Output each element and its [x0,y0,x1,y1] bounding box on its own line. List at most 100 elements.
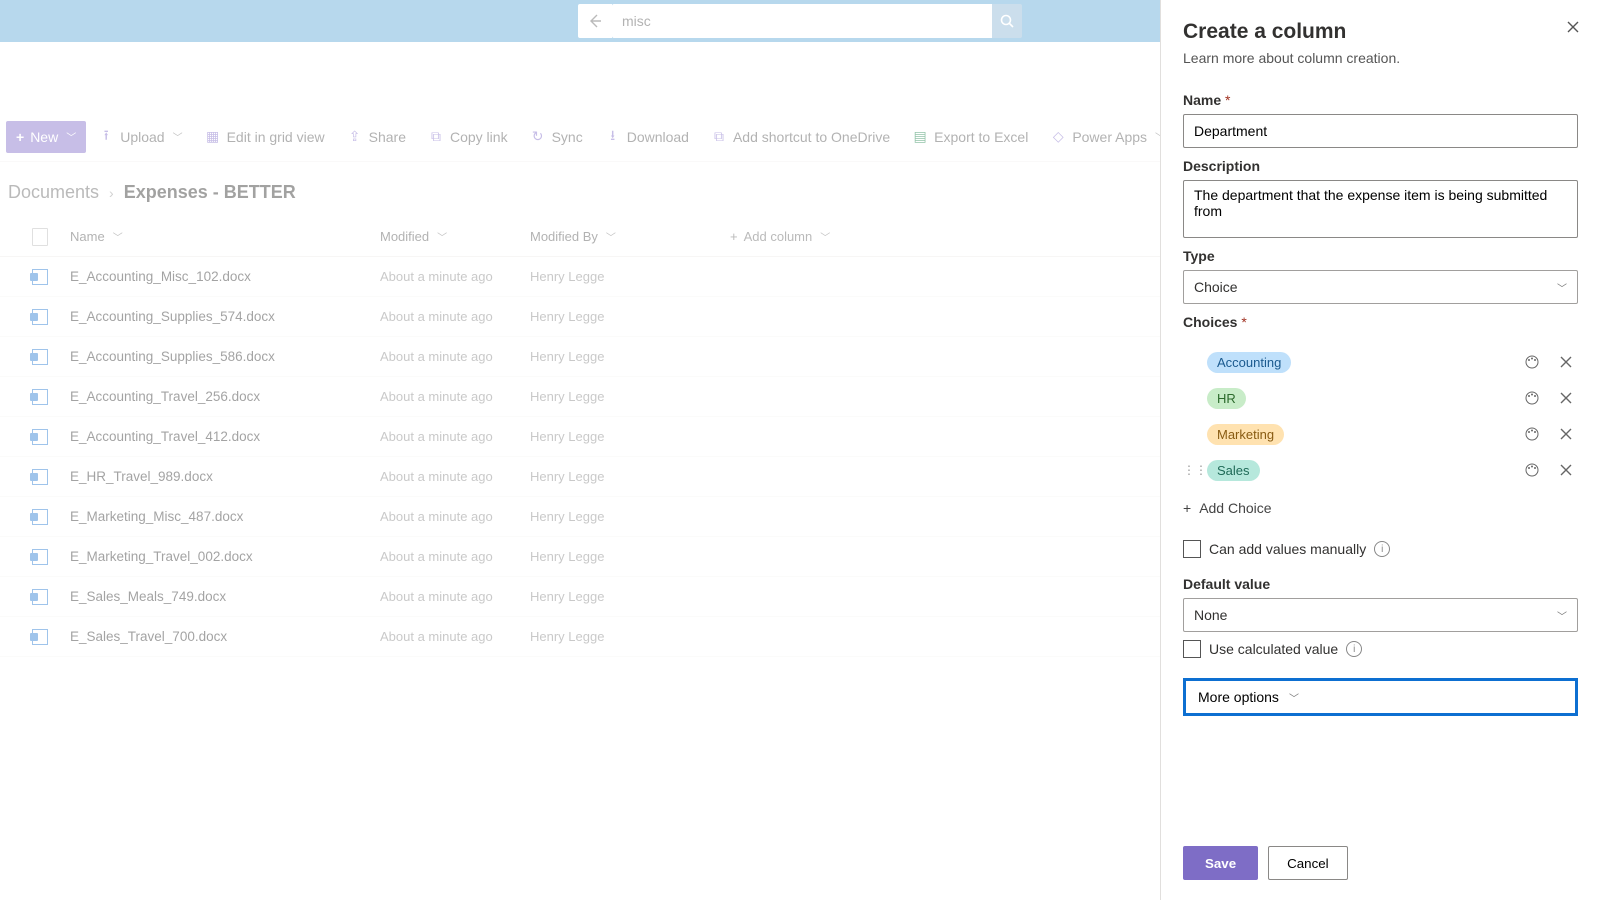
file-name[interactable]: E_HR_Travel_989.docx [70,469,380,484]
palette-button[interactable] [1520,386,1544,410]
column-name[interactable]: Name﹀ [70,229,380,244]
file-modified-by: Henry Legge [530,429,730,444]
file-name[interactable]: E_Marketing_Misc_487.docx [70,509,380,524]
download-button[interactable]: ⭳Download [595,121,699,153]
palette-icon [1524,462,1540,478]
add-shortcut-button[interactable]: ⧉Add shortcut to OneDrive [701,121,900,153]
search-button[interactable] [992,4,1022,38]
file-modified-by: Henry Legge [530,469,730,484]
remove-choice-button[interactable] [1554,458,1578,482]
chevron-down-icon: ﹀ [820,229,830,244]
edit-grid-button[interactable]: ▦Edit in grid view [195,121,335,153]
copy-link-button[interactable]: ⧉Copy link [418,121,518,153]
breadcrumb-root[interactable]: Documents [8,182,99,203]
choice-row: Marketing [1183,416,1578,452]
manual-values-checkbox[interactable] [1183,540,1201,558]
info-icon[interactable]: i [1346,641,1362,657]
file-modified-by: Henry Legge [530,389,730,404]
drag-handle-icon[interactable]: ⋮⋮ [1183,463,1197,477]
file-name[interactable]: E_Accounting_Supplies_574.docx [70,309,380,324]
name-input[interactable] [1183,114,1578,148]
palette-button[interactable] [1520,422,1544,446]
calculated-value-label: Use calculated value [1209,641,1338,657]
file-name[interactable]: E_Sales_Travel_700.docx [70,629,380,644]
chevron-down-icon: ﹀ [606,229,616,244]
share-icon: ⇪ [347,129,363,145]
file-name[interactable]: E_Accounting_Travel_412.docx [70,429,380,444]
remove-choice-button[interactable] [1554,350,1578,374]
remove-choice-button[interactable] [1554,422,1578,446]
search-input[interactable] [612,4,992,38]
column-modified[interactable]: Modified﹀ [380,229,530,244]
manual-values-row: Can add values manually i [1183,540,1578,558]
sync-icon: ↻ [530,129,546,145]
save-button[interactable]: Save [1183,846,1258,880]
create-column-panel: Create a column Learn more about column … [1160,0,1600,900]
add-choice-button[interactable]: + Add Choice [1183,496,1578,520]
sync-button[interactable]: ↻Sync [520,121,593,153]
close-icon [1560,428,1572,440]
export-excel-button[interactable]: ▤Export to Excel [902,121,1038,153]
plus-icon: + [730,229,738,244]
upload-button[interactable]: ⭱Upload﹀ [88,121,192,153]
info-icon[interactable]: i [1374,541,1390,557]
word-doc-icon [32,309,48,325]
file-modified: About a minute ago [380,549,530,564]
power-apps-button[interactable]: ◇Power Apps﹀ [1040,121,1175,153]
manual-values-label: Can add values manually [1209,541,1366,557]
file-modified: About a minute ago [380,349,530,364]
breadcrumb-current: Expenses - BETTER [124,182,296,203]
search-region [578,4,1022,38]
default-value-select[interactable]: None ﹀ [1183,598,1578,632]
search-back-button[interactable] [578,4,612,38]
powerapps-icon: ◇ [1050,129,1066,145]
file-modified: About a minute ago [380,469,530,484]
file-name[interactable]: E_Marketing_Travel_002.docx [70,549,380,564]
calculated-value-row: Use calculated value i [1183,640,1578,658]
choice-row: Accounting [1183,344,1578,380]
share-button[interactable]: ⇪Share [337,121,416,153]
upload-icon: ⭱ [98,129,114,145]
choice-pill[interactable]: HR [1207,388,1246,409]
file-modified-by: Henry Legge [530,349,730,364]
word-doc-icon [32,269,48,285]
file-name[interactable]: E_Accounting_Misc_102.docx [70,269,380,284]
calculated-value-checkbox[interactable] [1183,640,1201,658]
choices-list: Accounting HR Marketing ⋮⋮ Sales [1183,344,1578,488]
word-doc-icon [32,469,48,485]
file-modified: About a minute ago [380,629,530,644]
file-modified-by: Henry Legge [530,629,730,644]
file-modified: About a minute ago [380,269,530,284]
cancel-button[interactable]: Cancel [1268,846,1348,880]
file-modified-by: Henry Legge [530,269,730,284]
chevron-right-icon: › [109,185,114,201]
palette-icon [1524,426,1540,442]
type-label: Type [1183,248,1578,264]
panel-subtitle[interactable]: Learn more about column creation. [1183,50,1578,66]
file-name[interactable]: E_Sales_Meals_749.docx [70,589,380,604]
word-doc-icon [32,589,48,605]
panel-footer: Save Cancel [1183,826,1578,880]
type-select[interactable]: Choice ﹀ [1183,270,1578,304]
palette-button[interactable] [1520,458,1544,482]
close-icon [1566,20,1580,34]
description-input[interactable]: The department that the expense item is … [1183,180,1578,238]
file-modified-by: Henry Legge [530,589,730,604]
choice-pill[interactable]: Marketing [1207,424,1284,445]
remove-choice-button[interactable] [1554,386,1578,410]
palette-button[interactable] [1520,350,1544,374]
close-button[interactable] [1566,20,1580,34]
file-name[interactable]: E_Accounting_Supplies_586.docx [70,349,380,364]
more-options-button[interactable]: More options ﹀ [1183,678,1578,716]
file-modified-by: Henry Legge [530,549,730,564]
word-doc-icon [32,549,48,565]
file-type-header-icon [32,228,48,246]
choice-pill[interactable]: Accounting [1207,352,1291,373]
new-button[interactable]: + New ﹀ [6,121,86,153]
choice-pill[interactable]: Sales [1207,460,1260,481]
column-modified-by[interactable]: Modified By﹀ [530,229,730,244]
shortcut-icon: ⧉ [711,129,727,145]
file-modified: About a minute ago [380,389,530,404]
name-label: Name [1183,92,1578,108]
file-name[interactable]: E_Accounting_Travel_256.docx [70,389,380,404]
